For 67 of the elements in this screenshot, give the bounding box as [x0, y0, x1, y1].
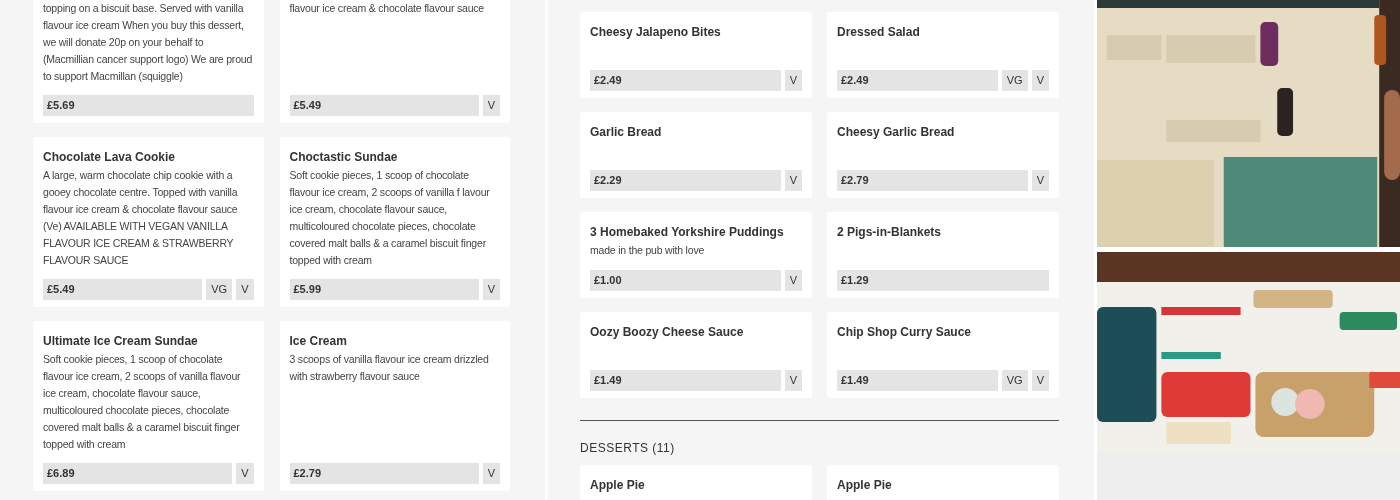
diet-tag: V — [1031, 170, 1049, 191]
price-bar: £1.49 — [837, 370, 998, 391]
item-title: Oozy Boozy Cheese Sauce — [590, 324, 745, 340]
item-description: topping on a biscuit base. Served with vanilla flavour ice cream When you buy this dessert, we will donate 20p on your behalf to (Macmillian cancer support logo) We are proud to support Macmillan (squiggle) — [43, 1, 254, 84]
item-description: Soft cookie pieces, 1 scoop of chocolate flavour ice cream, 2 scoops of vanilla flavour ice cream, chocolate flavour sauce, multicoloured chocolate pieces, chocolate covered malt balls & a caramel biscuit finger topped with cream — [43, 352, 242, 452]
menu-card[interactable]: Ice Cream 3 scoops of vanilla flavour ice cream drizzled with strawberry flavour sauce £2.79 V — [279, 321, 510, 491]
item-title: 3 Homebaked Yorkshire Puddings — [590, 224, 785, 240]
menu-card[interactable]: Cheesy Garlic Bread £2.79 V — [827, 112, 1059, 198]
menu-card[interactable] — [33, 321, 264, 491]
price-bar: £1.49 — [590, 370, 781, 391]
menu-card[interactable] — [279, 137, 510, 307]
item-description: 3 scoops of vanilla flavour ice cream drizzled with strawberry flavour sauce — [289, 352, 490, 384]
menu-card[interactable]: Chip Shop Curry Sauce £1.49 VG V — [827, 312, 1059, 398]
item-title: Cheesy Jalapeno Bites — [590, 24, 722, 40]
item-title: 2 Pigs-in-Blankets — [837, 224, 943, 240]
diet-tag: VG — [1001, 70, 1028, 91]
price-bar: £2.79 — [837, 170, 1028, 191]
item-title: Cheesy Garlic Bread — [837, 124, 956, 140]
item-title: Apple Pie — [837, 477, 893, 493]
price-bar: £2.49 — [590, 70, 781, 91]
diet-tag: V — [784, 170, 802, 191]
item-title: Ice Cream — [289, 333, 348, 349]
price-bar: £2.79 — [289, 463, 479, 484]
menu-card[interactable]: Cheesy Jalapeno Bites £2.49 V — [580, 12, 812, 98]
diet-tag: V — [1031, 370, 1049, 391]
diet-tag: V — [784, 270, 802, 291]
item-title: Ultimate Ice Cream Sundae — [43, 333, 199, 349]
diet-tag: V — [784, 370, 802, 391]
item-description: Soft cookie pieces, 1 scoop of chocolate flavour ice cream, 2 scoops of vanilla f lavour ice cream, chocolate flavour sauce, multicoloured chocolate pieces, chocolate covered malt balls & a caramel biscuit finger topped with cream — [289, 168, 491, 268]
item-description: made in the pub with love — [590, 243, 706, 258]
item-title: Garlic Bread — [590, 124, 663, 140]
menu-card[interactable]: Oozy Boozy Cheese Sauce £1.49 V — [580, 312, 812, 398]
menu-card[interactable]: Apple Pie — [580, 465, 812, 500]
menu-card[interactable] — [33, 137, 264, 307]
item-title: Apple Pie — [590, 477, 646, 493]
menu-card[interactable] — [33, 0, 264, 123]
item-description: flavour ice cream & chocolate flavour sauce — [289, 1, 485, 16]
diet-tag: VG — [1001, 370, 1028, 391]
menu-card[interactable]: 3 Homebaked Yorkshire Puddings made in the pub with love £1.00 V — [580, 212, 812, 298]
price-bar: £1.29 — [837, 270, 1049, 291]
menu-card[interactable]: Apple Pie — [827, 465, 1059, 500]
diet-tag: VG — [206, 279, 233, 300]
diet-tag: V — [236, 463, 254, 484]
price-bar: £5.69 — [43, 95, 254, 116]
item-title: Choctastic Sundae — [289, 149, 399, 165]
menu-card[interactable]: Garlic Bread £2.29 V — [580, 112, 812, 198]
item-title: Chip Shop Curry Sauce — [837, 324, 973, 340]
price-bar: £5.49 — [289, 95, 479, 116]
menu-card[interactable]: 2 Pigs-in-Blankets £1.29 — [827, 212, 1059, 298]
diet-tag: V — [482, 279, 500, 300]
item-description: A large, warm chocolate chip cookie with a gooey chocolate centre. Topped with vanilla flavour ice cream & chocolate flavour sauce (Ve) AVAILABLE WITH VEGAN VANILLA FLAVOUR ICE CREAM & STRAWBERRY FLAVOUR SAUCE — [43, 168, 239, 268]
diet-tag: V — [784, 70, 802, 91]
item-title: Dressed Salad — [837, 24, 921, 40]
price-bar: £2.29 — [590, 170, 781, 191]
diet-tag: V — [482, 95, 500, 116]
price-bar: £2.49 — [837, 70, 998, 91]
section-heading: DESSERTS (11) — [580, 440, 676, 457]
price-bar: £6.89 — [43, 463, 233, 484]
menu-card[interactable]: Dressed Salad £2.49 VG V — [827, 12, 1059, 98]
price-bar: £5.99 — [289, 279, 479, 300]
item-title: Chocolate Lava Cookie — [43, 149, 177, 165]
diet-tag: V — [236, 279, 254, 300]
diet-tag: V — [1031, 70, 1049, 91]
price-bar: £5.49 — [43, 279, 203, 300]
menu-card[interactable]: flavour ice cream & chocolate flavour sauce £5.49 V — [279, 0, 510, 123]
price-bar: £1.00 — [590, 270, 781, 291]
diet-tag: V — [482, 463, 500, 484]
